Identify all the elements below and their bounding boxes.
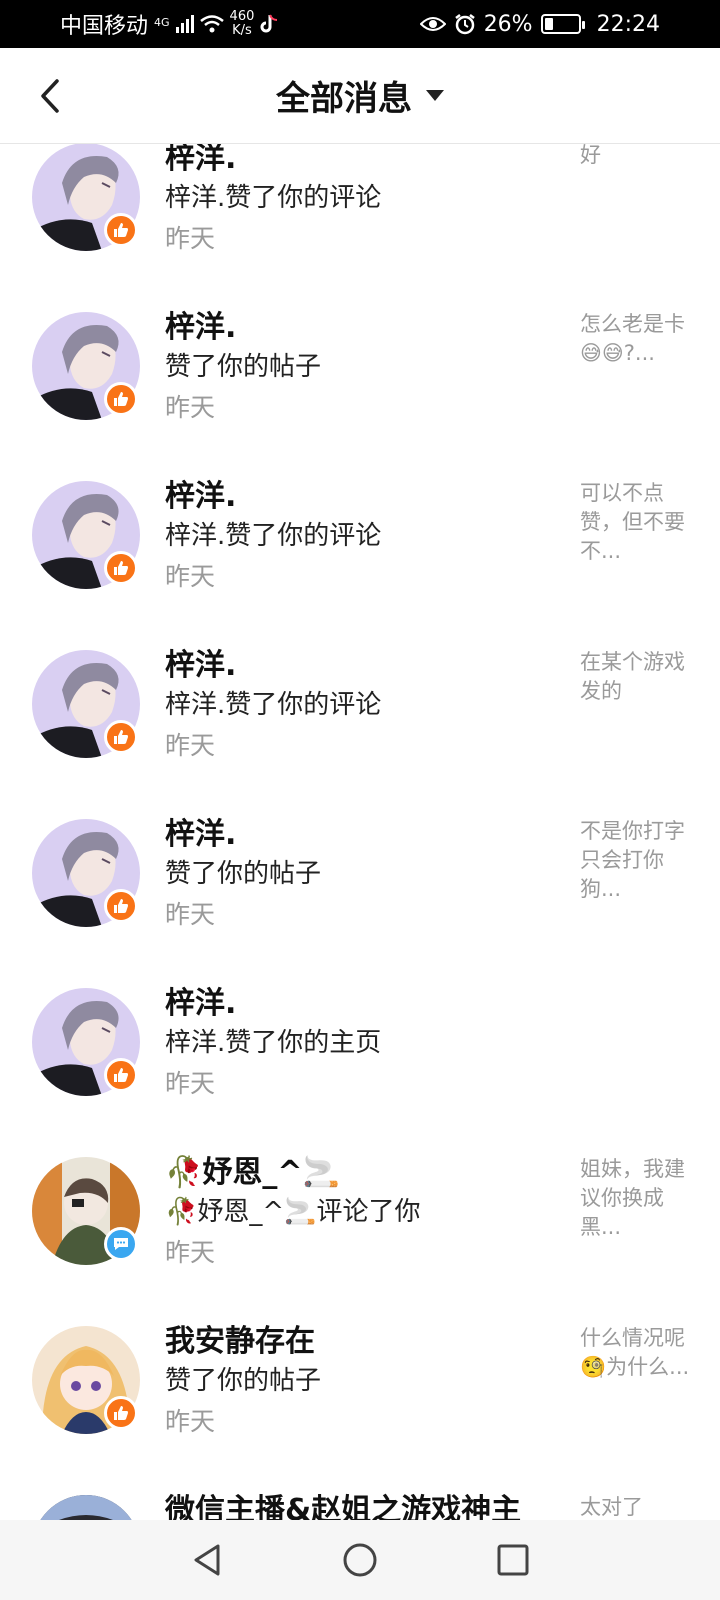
circle-home-icon: [343, 1543, 377, 1577]
message-item[interactable]: 梓洋. 梓洋.赞了你的主页 昨天: [0, 978, 720, 1146]
message-action: 梓洋.赞了你的主页: [165, 1028, 382, 1058]
avatar[interactable]: [32, 1495, 140, 1520]
message-action: 赞了你的帖子: [165, 352, 322, 382]
network-speed: 460 K/s: [230, 10, 255, 38]
message-item[interactable]: 微信主播&赵姐之游戏神主 太对了: [0, 1485, 720, 1520]
content-preview: 怎么老是卡😅😅?...: [580, 312, 685, 365]
message-action: 赞了你的帖子: [165, 1366, 322, 1396]
tiktok-icon: [260, 14, 278, 33]
network-gen-label: 4G: [154, 16, 170, 29]
back-button[interactable]: [30, 74, 70, 118]
message-time: 昨天: [165, 224, 216, 253]
sender-name: 微信主播&赵姐之游戏神主: [165, 1493, 522, 1520]
thumbs-up-icon: [104, 720, 138, 754]
caret-down-icon: [426, 90, 444, 101]
carrier-label: 中国移动: [60, 14, 149, 39]
message-item[interactable]: 🥀妤恩_^🚬 🥀妤恩_^🚬评论了你 昨天 姐妹，我建议你换成黑...: [0, 1147, 720, 1315]
network-speed-unit: K/s: [232, 23, 252, 38]
message-action: 赞了你的帖子: [165, 859, 322, 889]
message-item[interactable]: 梓洋. 梓洋.赞了你的评论 昨天 在某个游戏发的: [0, 640, 720, 808]
nav-home-button[interactable]: [336, 1536, 384, 1584]
system-nav-bar: [0, 1520, 720, 1600]
message-item[interactable]: 梓洋. 赞了你的帖子 昨天 不是你打字只会打你狗...: [0, 809, 720, 977]
message-time: 昨天: [165, 1407, 216, 1436]
eye-icon: [419, 17, 446, 31]
message-item[interactable]: 梓洋. 梓洋.赞了你的评论 昨天 好: [0, 144, 720, 301]
sender-name: 梓洋.: [165, 986, 237, 1021]
alarm-icon: [454, 14, 475, 35]
message-time: 昨天: [165, 900, 216, 929]
content-preview: 可以不点赞，但不要不...: [580, 481, 685, 563]
thumbs-up-icon: [104, 551, 138, 585]
thumbs-up-icon: [104, 1058, 138, 1092]
content-preview: 不是你打字只会打你狗...: [580, 819, 685, 901]
message-time: 昨天: [165, 1069, 216, 1098]
message-time: 昨天: [165, 1238, 216, 1267]
chat-bubble-icon: [104, 1227, 138, 1261]
thumbs-up-icon: [104, 889, 138, 923]
message-item[interactable]: 梓洋. 梓洋.赞了你的评论 昨天 可以不点赞，但不要不...: [0, 471, 720, 639]
thumbs-up-icon: [104, 1396, 138, 1430]
content-preview: 好: [580, 144, 601, 167]
triangle-back-icon: [194, 1544, 220, 1576]
content-preview: 姐妹，我建议你换成黑...: [580, 1157, 685, 1239]
message-time: 昨天: [165, 731, 216, 760]
message-time: 昨天: [165, 562, 216, 591]
network-speed-value: 460: [229, 9, 255, 24]
top-header: 全部消息: [0, 48, 720, 144]
sender-name: 梓洋.: [165, 479, 237, 514]
sender-name: 🥀妤恩_^🚬: [165, 1155, 340, 1190]
thumbs-up-icon: [104, 213, 138, 247]
content-preview: 太对了: [580, 1495, 643, 1519]
content-preview: 在某个游戏发的: [580, 650, 685, 703]
content-preview: 什么情况呢🧐为什么...: [580, 1326, 690, 1379]
message-filter-dropdown[interactable]: 全部消息: [276, 71, 444, 120]
clock: 22:24: [596, 11, 660, 37]
message-time: 昨天: [165, 393, 216, 422]
message-action: 梓洋.赞了你的评论: [165, 183, 382, 213]
sender-name: 我安静存在: [165, 1324, 315, 1359]
signal-icon: [175, 15, 194, 33]
message-list[interactable]: 梓洋. 梓洋.赞了你的评论 昨天好梓洋. 赞了你的帖子 昨天 怎么老是卡😅😅?... 梓洋.…: [0, 144, 720, 1520]
message-item[interactable]: 梓洋. 赞了你的帖子 昨天 怎么老是卡😅😅?...: [0, 302, 720, 470]
sender-name: 梓洋.: [165, 648, 237, 683]
wifi-icon: [199, 15, 224, 33]
sender-name: 梓洋.: [165, 144, 237, 176]
leaf-icon: ❧: [555, 17, 566, 31]
message-item[interactable]: 我安静存在赞了你的帖子 昨天 什么情况呢🧐为什么...: [0, 1316, 720, 1484]
square-recents-icon: [497, 1544, 529, 1576]
message-action: 梓洋.赞了你的评论: [165, 521, 382, 551]
sender-name: 梓洋.: [165, 310, 237, 345]
status-bar: 中国移动 4G 460 K/s 26% ❧ 22:24: [0, 0, 720, 48]
message-action: 梓洋.赞了你的评论: [165, 690, 382, 720]
message-action: 🥀妤恩_^🚬评论了你: [165, 1197, 421, 1227]
thumbs-up-icon: [104, 382, 138, 416]
page-title: 全部消息: [276, 79, 412, 119]
sender-name: 梓洋.: [165, 817, 237, 852]
nav-recents-button[interactable]: [489, 1536, 537, 1584]
battery-icon: ❧: [540, 14, 585, 34]
chevron-left-icon: [41, 79, 59, 113]
nav-back-button[interactable]: [183, 1536, 231, 1584]
battery-percent: 26%: [483, 11, 533, 37]
